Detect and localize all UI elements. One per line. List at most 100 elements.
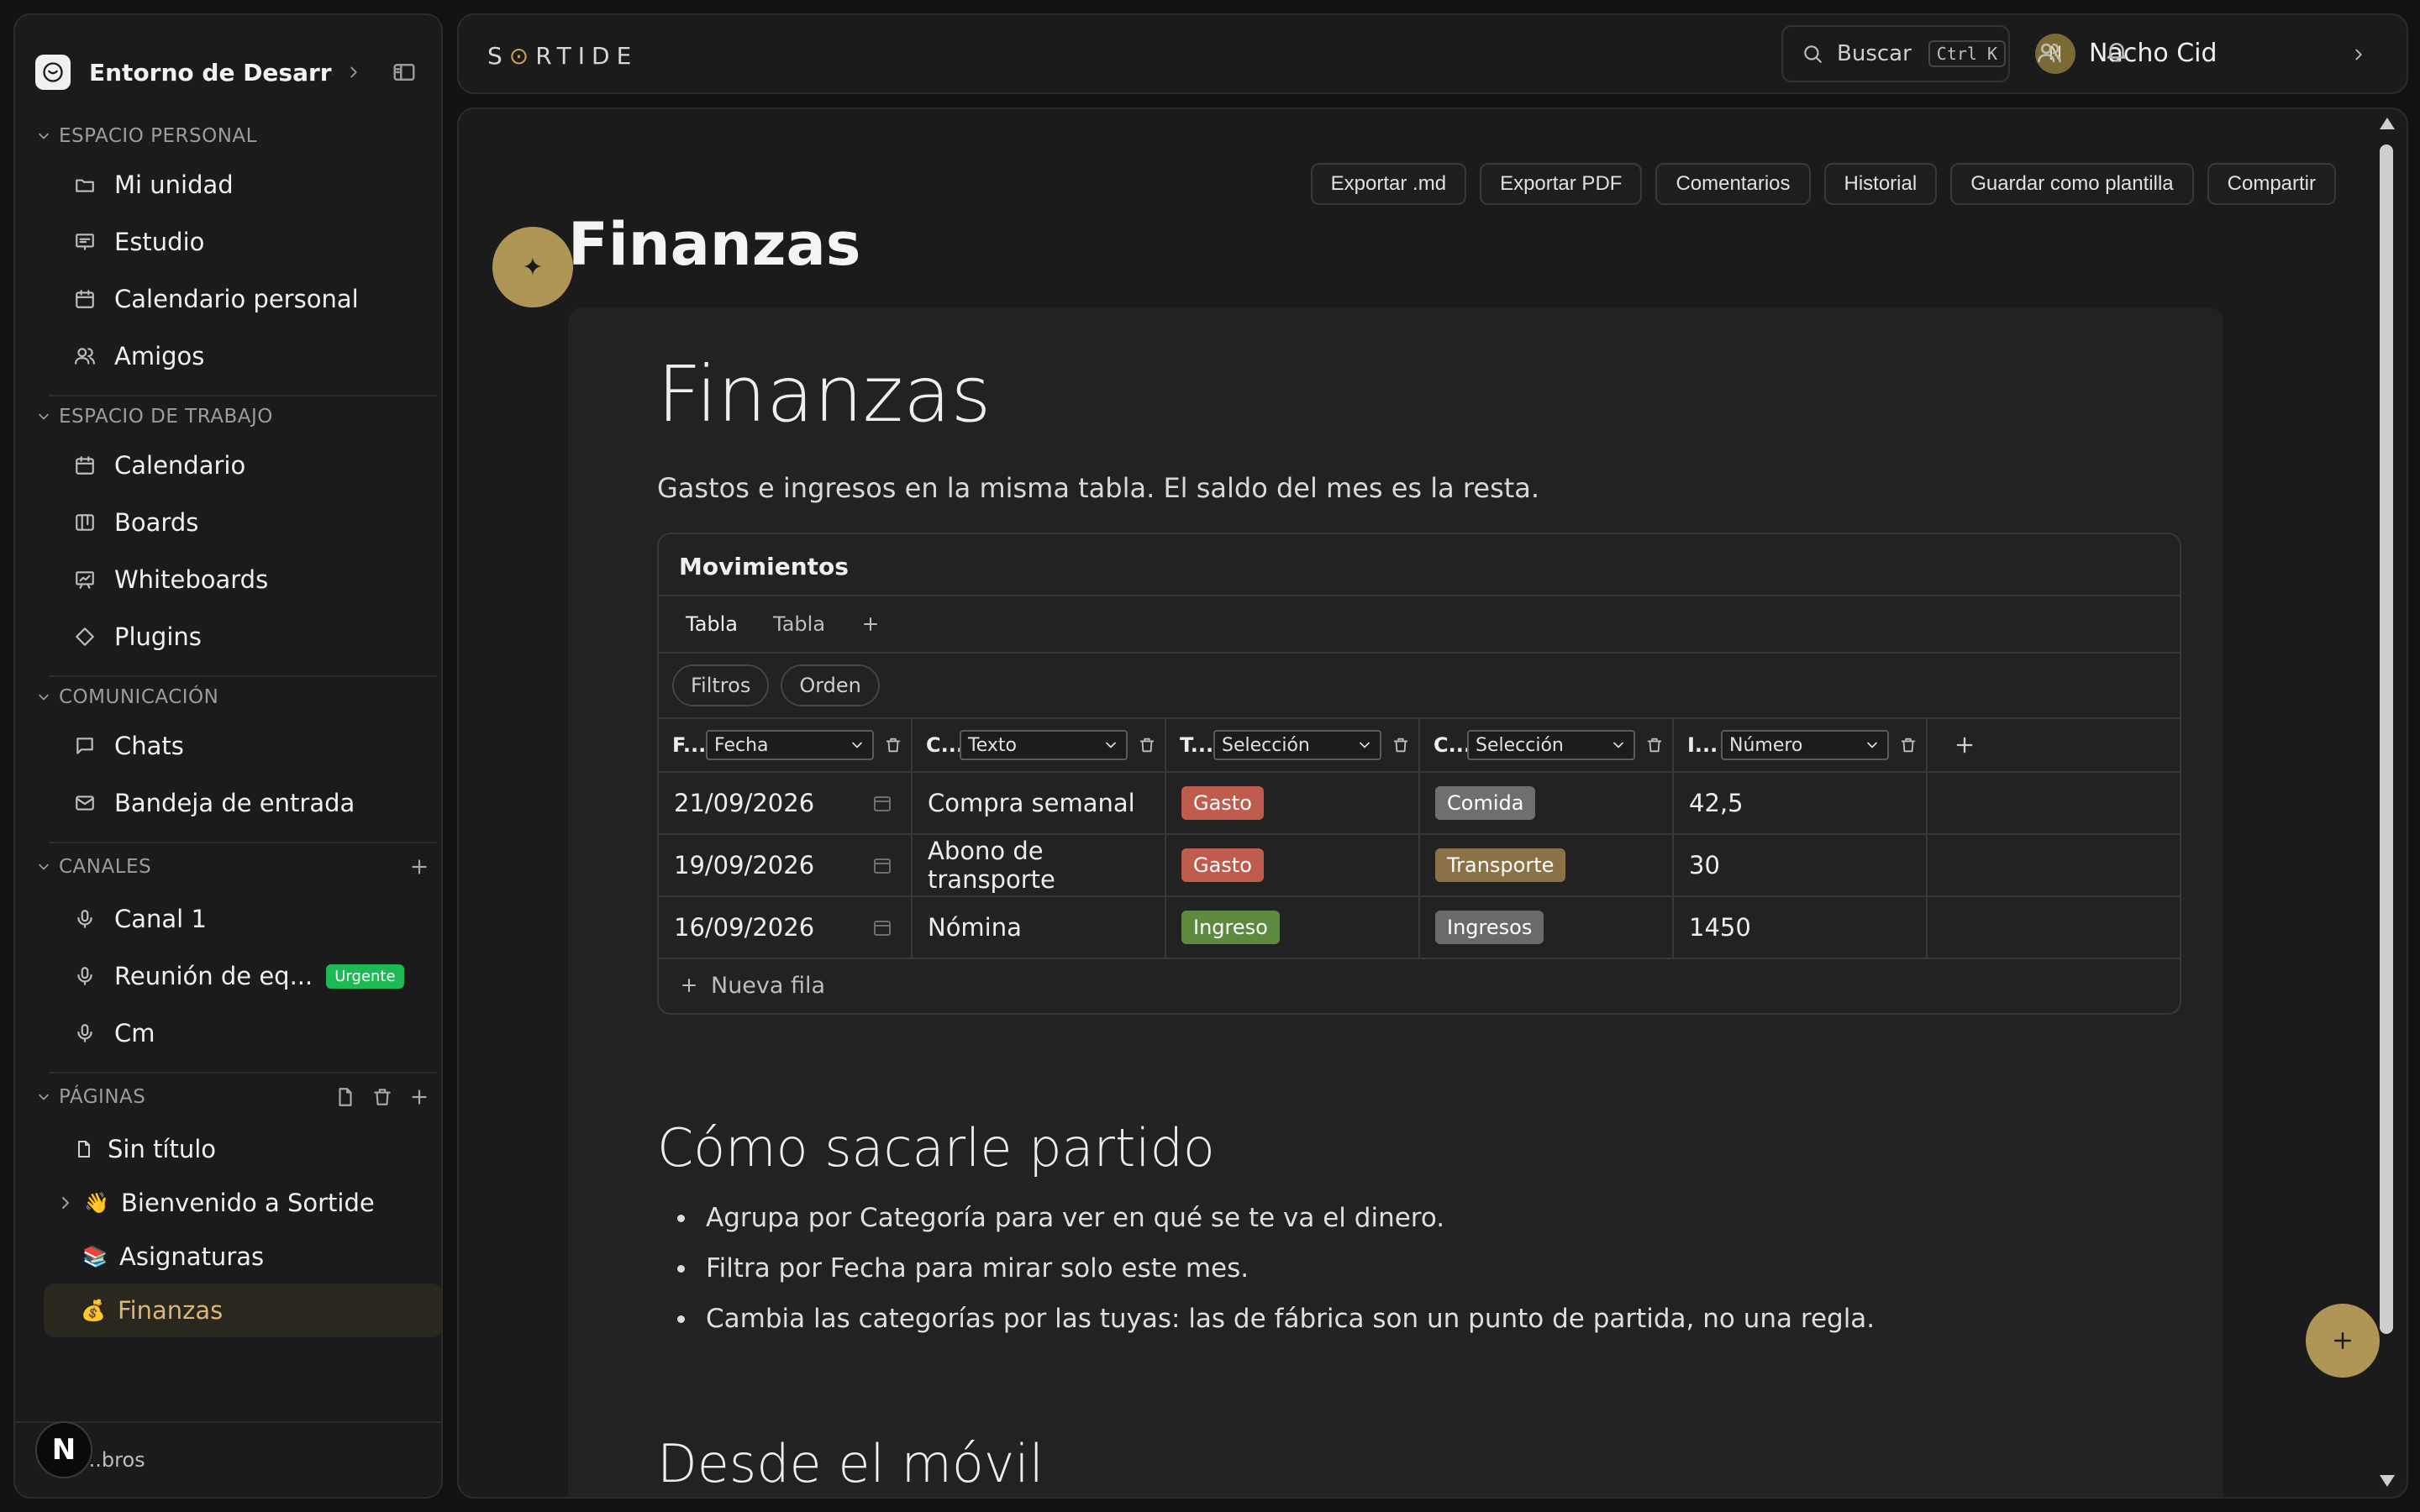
page-item-bienvenido[interactable]: 👋 Bienvenido a Sortide xyxy=(47,1179,441,1226)
section-channels-header[interactable]: CANALES xyxy=(35,850,430,884)
column-type-select[interactable]: Texto xyxy=(960,730,1128,760)
column-type-select[interactable]: Fecha xyxy=(706,730,874,760)
trash-icon[interactable] xyxy=(1392,736,1410,754)
tab-tabla-2[interactable]: Tabla xyxy=(773,612,825,636)
search-icon xyxy=(1802,43,1823,65)
sidebar-item-calendario-personal[interactable]: Calendario personal xyxy=(74,276,435,323)
people-icon[interactable] xyxy=(2037,40,2062,66)
sidebar-item-mi-unidad[interactable]: Mi unidad xyxy=(74,161,435,208)
history-button[interactable]: Historial xyxy=(1823,163,1938,205)
type-cell[interactable]: Ingreso xyxy=(1166,897,1420,958)
sidebar-item-cm[interactable]: Cm xyxy=(74,1010,435,1057)
n-logo-icon[interactable]: N xyxy=(35,1421,92,1478)
date-value: 19/09/2026 xyxy=(674,851,815,879)
comments-button[interactable]: Comentarios xyxy=(1655,163,1811,205)
date-cell[interactable]: 19/09/2026 xyxy=(659,835,913,895)
sidebar-item-reunion[interactable]: Reunión de eq... Urgente xyxy=(74,953,435,1000)
column-name[interactable]: C... xyxy=(926,733,964,757)
save-template-button[interactable]: Guardar como plantilla xyxy=(1950,163,2194,205)
sidebar-item-canal-1[interactable]: Canal 1 xyxy=(74,895,435,942)
new-row-button[interactable]: Nueva fila xyxy=(679,958,825,1013)
scroll-down-arrow-icon[interactable] xyxy=(2380,1475,2395,1487)
column-name[interactable]: C... xyxy=(1434,733,1471,757)
column-type-select[interactable]: Número xyxy=(1721,730,1889,760)
plus-icon[interactable] xyxy=(408,1086,430,1108)
section-communication-header[interactable]: COMUNICACIÓN xyxy=(35,680,430,714)
search-button[interactable]: Buscar Ctrl K xyxy=(1781,25,2010,82)
page-item-finanzas[interactable]: 💰 Finanzas xyxy=(44,1284,441,1337)
concept-cell[interactable]: Nómina xyxy=(913,897,1166,958)
chevron-right-icon[interactable] xyxy=(2349,45,2368,64)
ai-sparkle-icon[interactable]: ✦ xyxy=(492,227,573,307)
trash-icon[interactable] xyxy=(884,736,902,754)
category-cell[interactable]: Ingresos xyxy=(1420,897,1674,958)
empty-cell xyxy=(1928,897,2180,958)
concept-cell[interactable]: Abono de transporte xyxy=(913,835,1166,895)
type-cell[interactable]: Gasto xyxy=(1166,835,1420,895)
filters-button[interactable]: Filtros xyxy=(672,664,770,706)
date-cell[interactable]: 21/09/2026 xyxy=(659,773,913,833)
share-button[interactable]: Compartir xyxy=(2207,163,2336,205)
calendar-icon[interactable] xyxy=(872,855,892,875)
calendar-icon[interactable] xyxy=(872,917,892,937)
sidebar-item-estudio[interactable]: Estudio xyxy=(74,218,435,265)
sidebar-item-label: Canal 1 xyxy=(114,905,207,933)
list-item: Agrupa por Categoría para ver en qué se … xyxy=(677,1198,1875,1248)
sidebar-item-chats[interactable]: Chats xyxy=(74,722,435,769)
mic-icon xyxy=(74,908,96,930)
column-type-select[interactable]: Selección xyxy=(1467,730,1635,760)
category-cell[interactable]: Transporte xyxy=(1420,835,1674,895)
calendar-icon xyxy=(74,454,96,476)
chevron-right-icon[interactable] xyxy=(55,1193,76,1213)
sidebar-item-plugins[interactable]: Plugins xyxy=(74,613,435,660)
floating-add-button[interactable] xyxy=(2306,1304,2380,1378)
section-workspace-header[interactable]: ESPACIO DE TRABAJO xyxy=(35,400,430,433)
sidebar-item-boards[interactable]: Boards xyxy=(74,499,435,546)
type-tag: Gasto xyxy=(1181,786,1264,820)
workspace-header[interactable]: Entorno de Desarrol... xyxy=(35,42,421,102)
scrollbar-thumb[interactable] xyxy=(2380,144,2393,1334)
amount-cell[interactable]: 42,5 xyxy=(1674,773,1928,833)
sidebar-item-calendario[interactable]: Calendario xyxy=(74,442,435,489)
trash-icon[interactable] xyxy=(1899,736,1918,754)
export-pdf-button[interactable]: Exportar PDF xyxy=(1480,163,1643,205)
sidebar-item-amigos[interactable]: Amigos xyxy=(74,333,435,380)
date-cell[interactable]: 16/09/2026 xyxy=(659,897,913,958)
section-personal-header[interactable]: ESPACIO PERSONAL xyxy=(35,119,430,153)
amount-cell[interactable]: 30 xyxy=(1674,835,1928,895)
section-label: CANALES xyxy=(59,856,152,878)
scrollbar[interactable] xyxy=(2378,118,2396,1487)
column-name[interactable]: I... xyxy=(1687,733,1721,757)
brand-logo[interactable]: S⊙RTIDE xyxy=(487,42,638,70)
trash-icon[interactable] xyxy=(1138,736,1156,754)
tips-list: Agrupa por Categoría para ver en qué se … xyxy=(677,1198,1875,1349)
tab-tabla-1[interactable]: Tabla xyxy=(686,612,738,636)
sidebar-item-whiteboards[interactable]: Whiteboards xyxy=(74,556,435,603)
section-label: PÁGINAS xyxy=(59,1086,146,1108)
sidebar-item-bandeja[interactable]: Bandeja de entrada xyxy=(74,780,435,827)
add-view-plus-icon[interactable] xyxy=(860,614,881,634)
concept-cell[interactable]: Compra semanal xyxy=(913,773,1166,833)
scroll-up-arrow-icon[interactable] xyxy=(2380,118,2395,129)
plus-icon[interactable] xyxy=(408,856,430,878)
category-cell[interactable]: Comida xyxy=(1420,773,1674,833)
page-item-asignaturas[interactable]: 📚 Asignaturas xyxy=(82,1233,435,1280)
new-page-icon[interactable] xyxy=(334,1086,356,1108)
column-type-select[interactable]: Selección xyxy=(1213,730,1381,760)
trash-icon[interactable] xyxy=(1645,736,1664,754)
add-column-plus-icon[interactable] xyxy=(1953,733,1976,757)
chevron-down-icon xyxy=(1610,737,1627,753)
export-md-button[interactable]: Exportar .md xyxy=(1310,163,1467,205)
column-name[interactable]: F... xyxy=(672,733,706,757)
section-pages-header[interactable]: PÁGINAS xyxy=(35,1080,430,1114)
type-cell[interactable]: Gasto xyxy=(1166,773,1420,833)
amount-cell[interactable]: 1450 xyxy=(1674,897,1928,958)
bell-icon[interactable] xyxy=(2104,39,2129,64)
page-item-sin-titulo[interactable]: Sin título xyxy=(74,1126,435,1173)
column-name[interactable]: T... xyxy=(1180,733,1213,757)
calendar-icon[interactable] xyxy=(872,793,892,813)
list-item: Cambia las categorías por las tuyas: las… xyxy=(677,1299,1875,1349)
sidebar-toggle-icon[interactable] xyxy=(392,60,417,85)
trash-icon[interactable] xyxy=(371,1086,393,1108)
sort-button[interactable]: Orden xyxy=(781,664,880,706)
